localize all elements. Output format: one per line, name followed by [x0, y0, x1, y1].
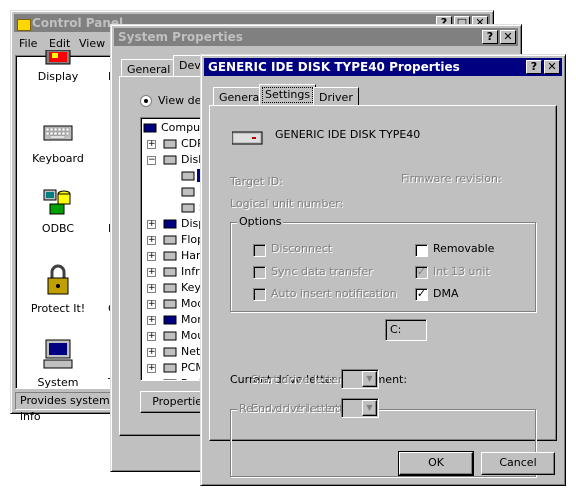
monitor-icon [163, 315, 177, 325]
options-label: Options [237, 215, 284, 228]
dma-checkbox[interactable]: ✓ [415, 288, 428, 301]
end-drive-label: End drive letter: [251, 402, 340, 415]
expand-icon[interactable]: + [147, 140, 156, 149]
expand-icon[interactable]: + [147, 364, 156, 373]
options-group: Options Disconnect Removable Sync data t… [230, 215, 536, 312]
system-icon [43, 339, 73, 369]
sync-data-checkbox[interactable] [253, 266, 266, 279]
device-name: GENERIC IDE DISK TYPE40 [275, 128, 421, 141]
removable-checkbox[interactable] [415, 244, 428, 257]
computer-icon [143, 123, 157, 133]
disconnect-checkbox[interactable] [253, 244, 266, 257]
disk-dialog-titlebar[interactable]: GENERIC IDE DISK TYPE40 Properties ? ✕ [204, 58, 562, 76]
disk-drive-icon [181, 187, 195, 197]
settings-panel: GENERIC IDE DISK TYPE40 Target ID: Firmw… [209, 105, 557, 477]
current-drive-field: C: [385, 319, 427, 341]
tab-settings[interactable]: Settings [259, 84, 317, 106]
expand-icon[interactable]: + [147, 220, 156, 229]
expand-icon[interactable]: + [147, 316, 156, 325]
close-button[interactable]: ✕ [544, 60, 560, 74]
expand-icon[interactable]: + [147, 236, 156, 245]
system-properties-titlebar[interactable]: System Properties ? ✕ [114, 28, 518, 46]
protect-it-label: Protect It! [30, 302, 86, 315]
end-drive-select[interactable]: ▼ [341, 398, 379, 418]
system-label: System [37, 376, 79, 389]
collapse-icon[interactable]: − [147, 156, 156, 165]
disconnect-label: Disconnect [271, 242, 333, 255]
int13-label: Int 13 unit [433, 265, 490, 278]
display-label: Display [37, 70, 79, 83]
floppy-icon [163, 235, 177, 245]
auto-insert-label: Auto insert notification [271, 287, 397, 300]
disk-drive-icon [181, 203, 195, 213]
help-button[interactable]: ? [526, 60, 542, 74]
check-icon: ✓ [416, 287, 427, 300]
removable-label: Removable [433, 242, 495, 255]
status-text: Provides system info [20, 394, 110, 423]
keyboard-item[interactable]: Keyboard [28, 116, 88, 166]
expand-icon[interactable]: + [148, 380, 156, 381]
disk-dialog-title: GENERIC IDE DISK TYPE40 Properties [208, 60, 460, 74]
display-item[interactable]: Display [28, 50, 88, 106]
status-bar: Provides system info [15, 392, 125, 423]
keyboard-icon [43, 125, 73, 141]
expand-icon[interactable]: + [147, 268, 156, 277]
cancel-button[interactable]: Cancel [481, 452, 555, 475]
dma-label: DMA [433, 287, 459, 300]
keyboard-label: Keyboard [32, 152, 84, 165]
hard-disk-controller-icon [163, 251, 177, 261]
folder-icon [17, 19, 31, 31]
lun-label: Logical unit number: [230, 197, 344, 210]
port-icon [163, 379, 177, 380]
tab-general[interactable]: General [121, 59, 177, 77]
expand-icon[interactable]: + [147, 348, 156, 357]
odbc-label: ODBC [41, 222, 75, 235]
disk-drive-icon [232, 131, 263, 145]
mouse-icon [163, 331, 177, 341]
disk-drive-icon [181, 171, 195, 181]
pcmcia-icon [163, 363, 177, 373]
int13-checkbox[interactable]: ✓ [415, 266, 428, 279]
modem-icon [163, 299, 177, 309]
expand-icon[interactable]: + [147, 300, 156, 309]
chevron-down-icon: ▼ [362, 371, 377, 387]
sync-data-label: Sync data transfer [271, 265, 373, 278]
auto-insert-checkbox[interactable] [253, 288, 266, 301]
expand-icon[interactable]: + [147, 332, 156, 341]
expand-icon[interactable]: + [147, 252, 156, 261]
system-item[interactable]: System [28, 338, 88, 389]
ok-button[interactable]: OK [398, 451, 474, 476]
display-adapter-icon [163, 219, 177, 229]
system-properties-title: System Properties [118, 30, 243, 44]
control-panel-title: Control Panel [32, 16, 124, 30]
menu-view[interactable]: View [79, 35, 105, 53]
firmware-label: Firmware revision: [401, 172, 502, 185]
disk-drive-icon [163, 155, 177, 165]
protect-it-icon [47, 264, 69, 295]
network-icon [163, 347, 177, 357]
start-drive-select[interactable]: ▼ [341, 369, 379, 389]
keyboard-icon [163, 283, 177, 293]
protect-it-item[interactable]: Protect It! [28, 264, 88, 315]
help-button[interactable]: ? [482, 30, 498, 44]
expand-icon[interactable]: + [147, 284, 156, 293]
start-drive-label: Start drive letter: [251, 373, 346, 386]
odbc-item[interactable]: ODBC [28, 186, 88, 236]
close-button[interactable]: ✕ [500, 30, 516, 44]
radio-selected-icon [140, 95, 152, 107]
cdrom-icon [163, 139, 177, 149]
menu-file[interactable]: File [19, 35, 37, 53]
tab-driver[interactable]: Driver [313, 87, 359, 105]
check-icon: ✓ [416, 265, 427, 278]
chevron-down-icon: ▼ [362, 400, 377, 416]
disk-properties-dialog: GENERIC IDE DISK TYPE40 Properties ? ✕ G… [200, 54, 566, 486]
target-id-label: Target ID: [230, 175, 283, 188]
infrared-icon [163, 267, 177, 277]
odbc-icon [43, 189, 71, 215]
